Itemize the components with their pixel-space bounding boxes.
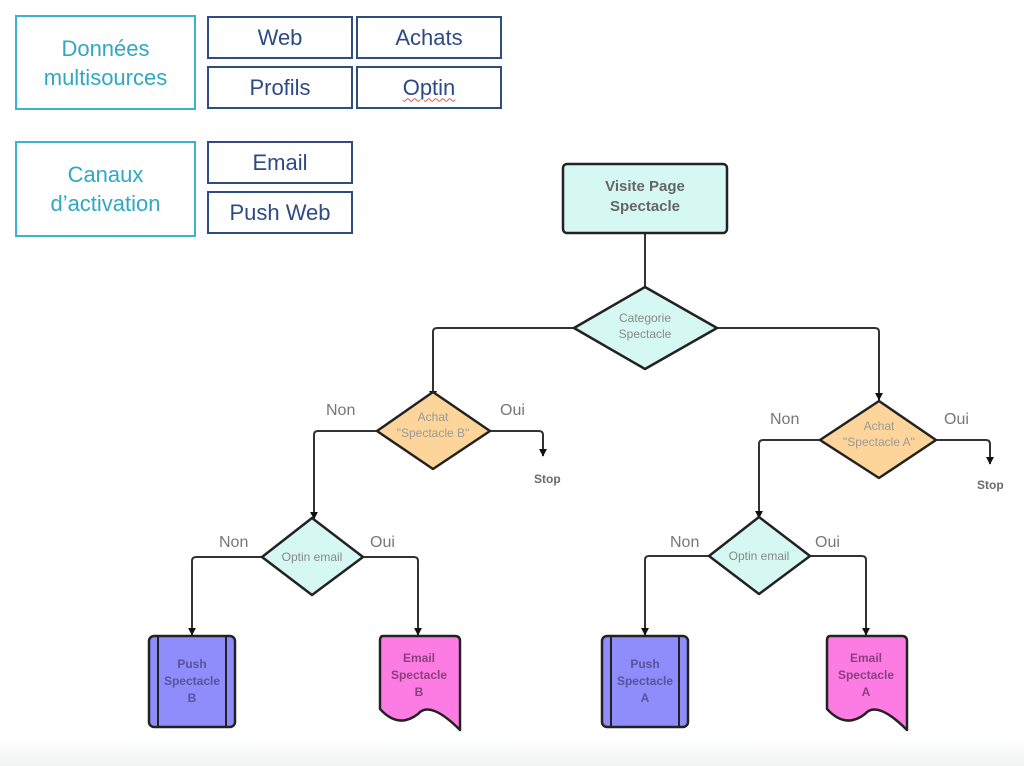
edge-optin-b-oui-to-email-b — [363, 556, 422, 636]
email-a-line2: Spectacle — [838, 668, 894, 682]
achat-a-oui-label: Oui — [944, 411, 969, 428]
achat-a-line2: "Spectacle A" — [843, 435, 915, 449]
push-a-line1: Push — [630, 657, 659, 671]
action-push-spectacle-a: Push Spectacle A — [600, 634, 690, 729]
push-a-line3: A — [641, 691, 650, 705]
edge-category-to-achat-a — [717, 327, 883, 401]
achat-b-line2: "Spectacle B" — [397, 426, 470, 440]
start-node-line2: Spectacle — [610, 198, 680, 215]
decision-categorie-spectacle: Categorie Spectacle — [572, 285, 719, 371]
action-push-spectacle-b: Push Spectacle B — [147, 634, 237, 729]
edge-achat-b-oui-to-stop — [490, 430, 547, 457]
decision-achat-spectacle-a: Achat "Spectacle A" — [818, 399, 938, 480]
optin-a-non-label: Non — [670, 534, 699, 551]
achat-a-stop-label: Stop — [977, 478, 1004, 492]
achat-b-line1: Achat — [418, 410, 449, 424]
decision-optin-email-b: Optin email — [260, 516, 365, 597]
edge-achat-a-non-to-optin-a — [755, 439, 820, 519]
achat-b-oui-label: Oui — [500, 402, 525, 419]
email-b-line1: Email — [403, 651, 435, 665]
email-b-line2: Spectacle — [391, 668, 447, 682]
edge-optin-b-non-to-push-b — [188, 556, 262, 636]
optin-b-non-label: Non — [219, 534, 248, 551]
push-b-line3: B — [188, 691, 197, 705]
action-email-spectacle-b: Email Spectacle B — [378, 634, 462, 732]
push-b-line2: Spectacle — [164, 674, 220, 688]
optin-a-oui-label: Oui — [815, 534, 840, 551]
email-a-line1: Email — [850, 651, 882, 665]
start-node-visite-page: Visite Page Spectacle — [561, 162, 729, 235]
start-node-line1: Visite Page — [605, 178, 685, 195]
edge-achat-a-oui-to-stop — [936, 439, 994, 465]
edge-category-to-achat-b — [429, 327, 574, 399]
bottom-gradient-bar — [0, 738, 1024, 766]
achat-a-line1: Achat — [864, 419, 895, 433]
optin-b-oui-label: Oui — [370, 534, 395, 551]
optin-b-label: Optin email — [282, 550, 343, 564]
decision-optin-email-a: Optin email — [707, 515, 812, 596]
edge-optin-a-oui-to-email-a — [810, 555, 870, 636]
decision-achat-spectacle-b: Achat "Spectacle B" — [375, 390, 492, 471]
email-b-line3: B — [415, 685, 424, 699]
achat-a-non-label: Non — [770, 411, 799, 428]
achat-b-non-label: Non — [326, 402, 355, 419]
flowchart: Visite Page Spectacle Categorie Spectacl… — [147, 162, 1004, 732]
edge-optin-a-non-to-push-a — [641, 555, 709, 636]
push-a-line2: Spectacle — [617, 674, 673, 688]
edge-achat-b-non-to-optin-b — [310, 430, 377, 520]
action-email-spectacle-a: Email Spectacle A — [825, 634, 909, 732]
category-line1: Categorie — [619, 311, 671, 325]
achat-b-stop-label: Stop — [534, 472, 561, 486]
category-line2: Spectacle — [619, 327, 672, 341]
email-a-line3: A — [862, 685, 871, 699]
push-b-line1: Push — [177, 657, 206, 671]
optin-a-label: Optin email — [729, 549, 790, 563]
